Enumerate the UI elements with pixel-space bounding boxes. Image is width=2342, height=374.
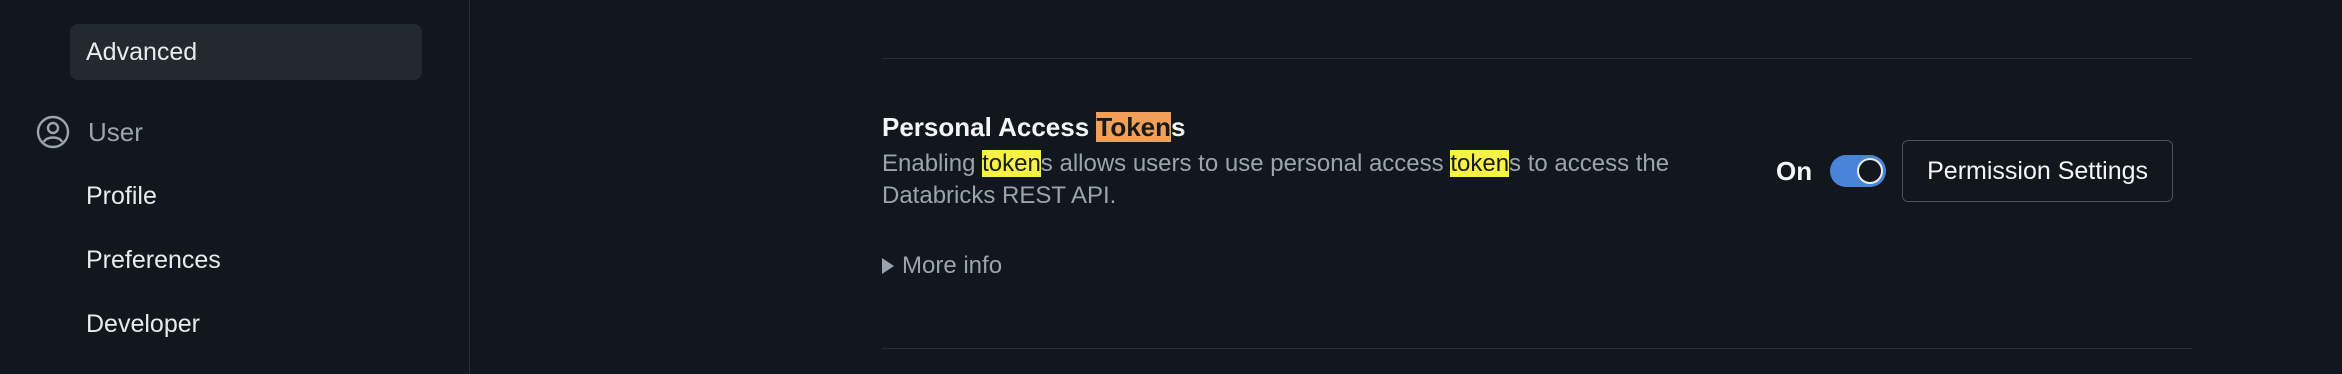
search-highlight: token [982,150,1041,177]
sidebar-item-advanced[interactable]: Advanced [70,24,422,80]
setting-controls: On Permission Settings [1776,140,2174,202]
user-circle-icon [36,115,70,149]
title-text-suffix: s [1171,112,1186,142]
sidebar-item-developer[interactable]: Developer [70,296,200,352]
divider [882,348,2192,349]
search-highlight: token [1450,150,1510,177]
more-info-toggle[interactable]: More info [882,252,1002,280]
sidebar-item-preferences[interactable]: Preferences [70,232,221,288]
setting-description: Enabling tokens allows users to use pers… [882,148,1742,212]
sidebar-section-user: User [36,104,143,160]
tokens-toggle[interactable] [1830,155,1887,187]
toggle-state-label: On [1776,155,1813,186]
more-info-label: More info [902,252,1003,279]
sidebar-section-label: User [88,116,143,147]
settings-main: Personal Access Tokens Enabling tokens a… [471,0,2342,374]
setting-title: Personal Access Tokens [882,112,1186,143]
caret-right-icon [882,258,894,274]
sidebar-item-profile[interactable]: Profile [70,168,157,224]
desc-text: Enabling [882,150,983,177]
sidebar-item-label: Developer [86,310,200,338]
permission-settings-button[interactable]: Permission Settings [1902,140,2174,202]
toggle-knob [1857,158,1884,184]
sidebar-item-label: Advanced [86,38,198,66]
desc-text: s allows users to use personal access [1040,150,1451,177]
settings-sidebar: Advanced User Profile Preferences Develo… [0,0,470,374]
search-highlight-current: Token [1096,112,1172,142]
sidebar-item-label: Preferences [86,246,221,274]
title-text: Personal Access [882,112,1097,142]
divider [882,58,2192,59]
sidebar-item-label: Profile [86,182,157,210]
